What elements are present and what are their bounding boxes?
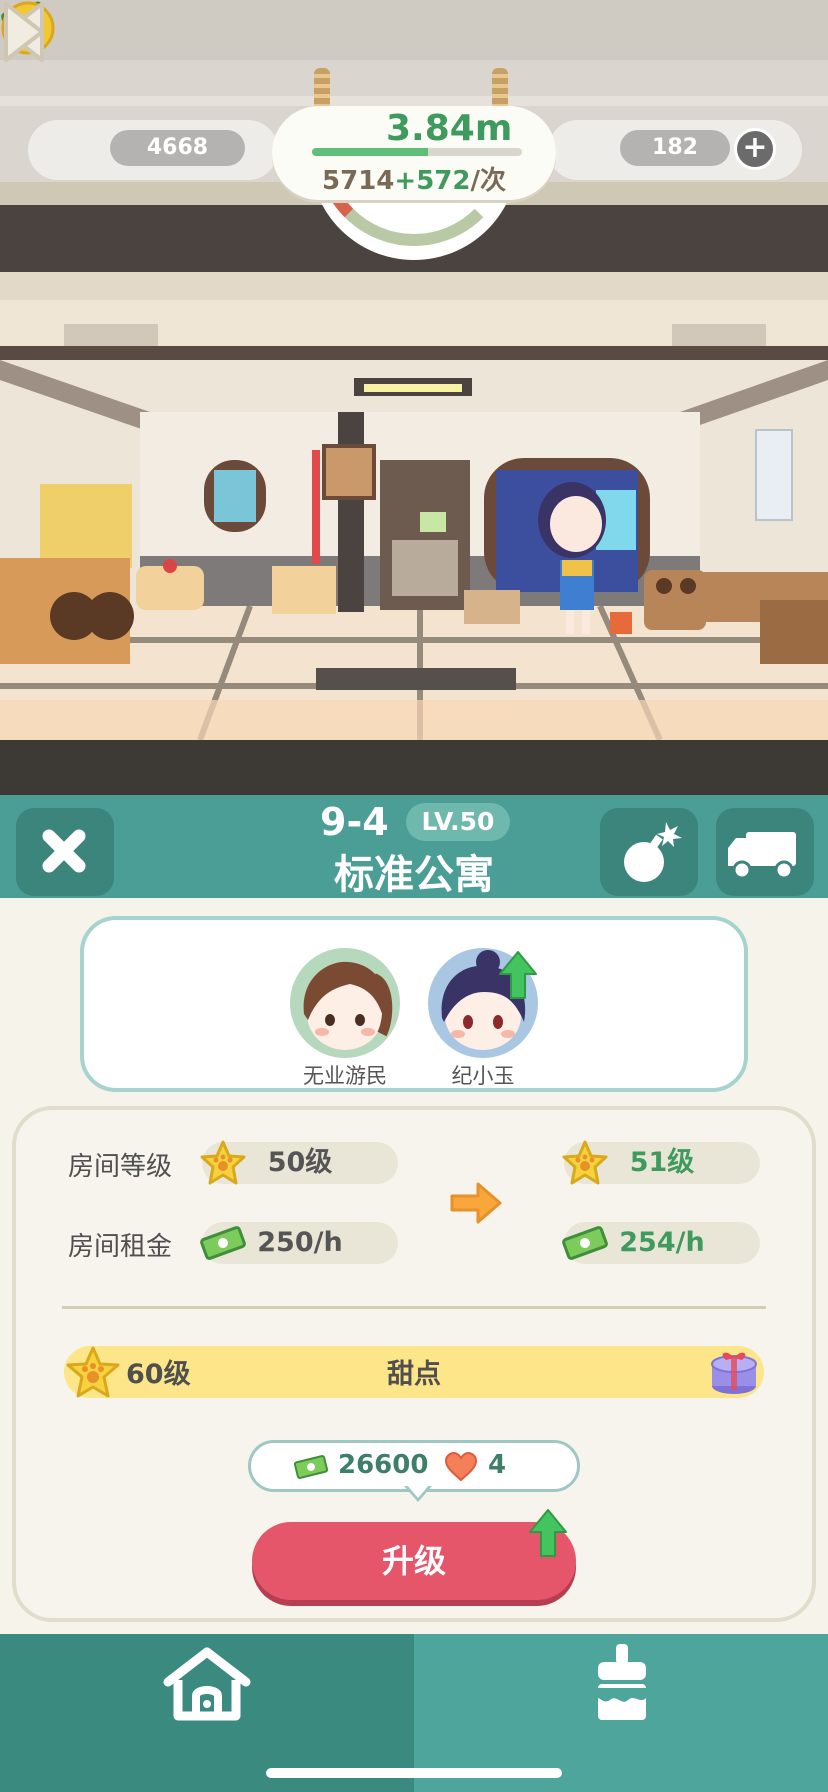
panel-divider <box>62 1306 766 1309</box>
milestone-reward: 甜点 <box>387 1359 441 1390</box>
room-scene: 4668 182 + 3.84m 5714+572/次 <box>0 0 828 795</box>
add-gems-button[interactable]: + <box>734 128 776 170</box>
stars-value: 4668 <box>110 130 245 166</box>
income-total: 3.84m <box>386 108 513 149</box>
income-progress-fill <box>312 148 428 156</box>
tenant-avatar-1[interactable] <box>290 948 400 1058</box>
home-icon <box>163 1647 251 1721</box>
income-rate-unit: /次 <box>470 166 506 196</box>
bomb-icon <box>624 822 682 882</box>
tenant-face-icon <box>303 961 393 1050</box>
room-level-badge: LV.50 <box>406 803 510 841</box>
bomb-button[interactable] <box>600 808 698 896</box>
gift-box-icon[interactable] <box>708 1346 760 1396</box>
next-room-arrow-icon[interactable] <box>0 0 48 64</box>
room-code: 9-4 <box>320 800 389 844</box>
truck-icon <box>728 832 796 880</box>
room-level-label: 房间等级 <box>68 1152 173 1182</box>
cost-hearts-value: 4 <box>488 1450 507 1480</box>
cost-bubble-tail-inner <box>407 1485 429 1498</box>
cash-icon <box>200 1226 246 1260</box>
paint-brush-icon <box>598 1644 646 1720</box>
gems-value: 182 <box>620 130 730 166</box>
move-out-button[interactable] <box>716 808 814 896</box>
room-name: 标准公寓 <box>334 852 494 898</box>
tenant-upgrade-arrow-icon <box>499 951 537 999</box>
tenant-name-1: 无业游民 <box>303 1064 387 1088</box>
tenant-name-2: 纪小玉 <box>451 1064 515 1088</box>
upgrade-arrow-icon <box>529 1509 567 1557</box>
paw-star-icon <box>562 1140 608 1185</box>
cost-cash-value: 26600 <box>338 1450 429 1480</box>
income-progress-bar <box>312 148 522 156</box>
arrow-right-icon <box>450 1182 502 1224</box>
room-rent-label: 房间租金 <box>68 1232 173 1262</box>
home-indicator <box>266 1768 562 1778</box>
income-rate-bonus: +572 <box>394 166 471 196</box>
heart-icon <box>444 1452 478 1482</box>
cash-icon <box>294 1455 328 1479</box>
income-rate-base: 5714 <box>322 166 395 196</box>
income-rate: 5714+572/次 <box>272 160 556 197</box>
cash-icon <box>562 1226 608 1260</box>
paw-star-icon <box>200 1140 246 1185</box>
